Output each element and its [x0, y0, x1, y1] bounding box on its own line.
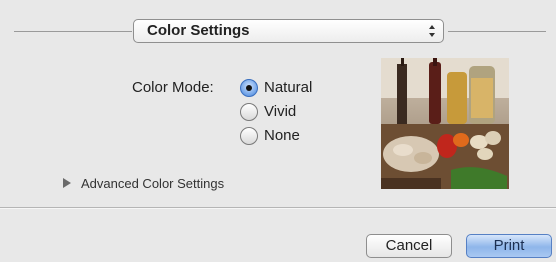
radio-label-vivid: Vivid — [264, 103, 297, 120]
radio-label-none: None — [264, 127, 300, 144]
radio-button[interactable] — [240, 103, 258, 121]
updown-arrows-icon — [429, 25, 435, 37]
color-settings-popup[interactable]: Color Settings — [133, 19, 444, 43]
disclosure-triangle-icon[interactable] — [63, 178, 71, 188]
popup-label: Color Settings — [147, 22, 250, 39]
radio-label-natural: Natural — [264, 79, 313, 96]
cancel-button[interactable]: Cancel — [366, 234, 452, 258]
print-dialog: Color Settings Color Mode: Natural Vivid… — [0, 0, 556, 262]
advanced-color-settings-label: Advanced Color Settings — [81, 176, 225, 191]
section-divider-right — [448, 31, 546, 32]
section-divider-left — [14, 31, 132, 32]
radio-button[interactable] — [240, 127, 258, 145]
footer-divider-highlight — [0, 208, 556, 209]
radio-button-selected[interactable] — [240, 79, 258, 97]
color-mode-label: Color Mode: — [132, 79, 214, 96]
print-button[interactable]: Print — [466, 234, 552, 258]
preview-photo — [381, 58, 509, 189]
